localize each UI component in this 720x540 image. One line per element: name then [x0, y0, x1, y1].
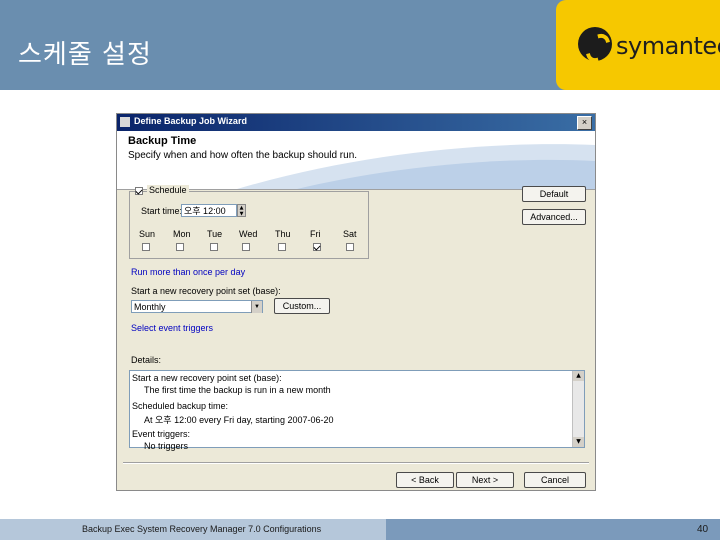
- day-label-mon: Mon: [173, 229, 191, 239]
- advanced-button[interactable]: Advanced...: [522, 209, 586, 225]
- dialog-title: Define Backup Job Wizard: [134, 116, 247, 126]
- start-time-input[interactable]: 오후 12:00: [181, 204, 237, 217]
- day-checkbox-sat[interactable]: [346, 243, 354, 251]
- recovery-point-select[interactable]: Monthly ▼: [131, 300, 263, 313]
- default-button[interactable]: Default: [522, 186, 586, 202]
- day-label-tue: Tue: [207, 229, 223, 239]
- scroll-up-icon[interactable]: ▲: [573, 371, 584, 381]
- close-icon[interactable]: ×: [577, 116, 592, 130]
- footer-text: Backup Exec System Recovery Manager 7.0 …: [82, 524, 322, 534]
- schedule-label: Schedule: [147, 185, 189, 195]
- backup-wizard-dialog: Define Backup Job Wizard × Backup Time S…: [116, 113, 596, 491]
- next-button[interactable]: Next >: [456, 472, 514, 488]
- slide-title: 스케줄 설정: [18, 40, 152, 70]
- details-scrollbar[interactable]: ▲ ▼: [572, 371, 584, 447]
- details-label: Details:: [131, 355, 162, 365]
- dialog-titlebar[interactable]: Define Backup Job Wizard ×: [117, 114, 595, 131]
- footer-bar-right: [386, 519, 720, 540]
- day-checkbox-mon[interactable]: [176, 243, 184, 251]
- details-line: Start a new recovery point set (base):: [132, 373, 282, 383]
- details-textbox[interactable]: Start a new recovery point set (base): Th…: [129, 370, 585, 451]
- run-more-than-once-link[interactable]: Run more than once per day: [131, 267, 245, 277]
- day-label-sat: Sat: [343, 229, 357, 239]
- page-number: 40: [697, 524, 709, 535]
- banner-subtitle: Specify when and how often the backup sh…: [128, 150, 358, 161]
- day-checkbox-sun[interactable]: [142, 243, 150, 251]
- custom-button[interactable]: Custom...: [274, 298, 330, 314]
- symantec-logo-icon: [578, 27, 612, 61]
- schedule-checkbox[interactable]: [135, 187, 143, 195]
- chevron-down-icon[interactable]: ▼: [251, 301, 262, 313]
- recovery-point-label: Start a new recovery point set (base):: [131, 286, 281, 296]
- details-line: No triggers: [144, 440, 189, 451]
- day-label-wed: Wed: [239, 229, 258, 239]
- start-time-spinner[interactable]: ▲ ▼: [237, 204, 246, 217]
- symantec-logo-text: symantec.: [616, 32, 720, 60]
- day-checkbox-fri[interactable]: [313, 243, 321, 251]
- cancel-button[interactable]: Cancel: [524, 472, 586, 488]
- day-checkbox-thu[interactable]: [278, 243, 286, 251]
- wizard-banner: Backup Time Specify when and how often t…: [117, 131, 595, 190]
- recovery-point-value: Monthly: [134, 302, 166, 312]
- back-button[interactable]: < Back: [396, 472, 454, 488]
- details-line: At 오후 12:00 every Fri day, starting 2007…: [144, 414, 334, 425]
- details-line: Scheduled backup time:: [132, 401, 229, 411]
- details-line: Event triggers:: [132, 429, 191, 439]
- event-triggers-link[interactable]: Select event triggers: [131, 323, 213, 333]
- start-time-label: Start time:: [141, 206, 183, 216]
- dialog-separator: [123, 462, 589, 464]
- scroll-down-icon[interactable]: ▼: [573, 437, 584, 447]
- day-label-thu: Thu: [275, 229, 291, 239]
- details-line: The first time the backup is run in a ne…: [144, 384, 331, 395]
- day-checkbox-wed[interactable]: [242, 243, 250, 251]
- banner-title: Backup Time: [128, 135, 197, 147]
- day-label-sun: Sun: [139, 229, 156, 239]
- day-label-fri: Fri: [310, 229, 321, 239]
- day-checkbox-tue[interactable]: [210, 243, 218, 251]
- wizard-app-icon: [120, 117, 130, 127]
